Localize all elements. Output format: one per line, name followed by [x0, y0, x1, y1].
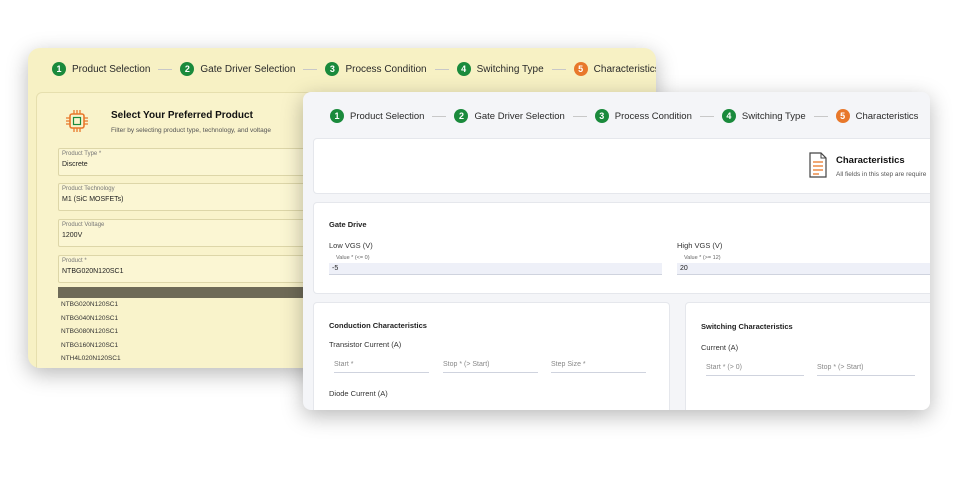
step-label: Characteristics [593, 63, 656, 75]
product-option[interactable]: NTBG020N120SC1 [61, 301, 118, 308]
diode-current-label: Diode Current (A) [329, 389, 388, 398]
field-value: 1200V [62, 232, 83, 239]
transistor-stop-input[interactable]: Stop * (> Start) [443, 361, 538, 373]
step-label: Product Selection [72, 63, 151, 75]
step-number: 1 [52, 62, 66, 76]
switching-title: Switching Characteristics [701, 322, 793, 331]
high-vgs-input[interactable]: 20 [677, 263, 930, 275]
step-label: Switching Type [741, 110, 806, 122]
step-number: 2 [454, 109, 469, 123]
step-number: 3 [594, 109, 609, 123]
step-product-selection[interactable]: 1 Product Selection [330, 109, 424, 123]
step-number: 4 [721, 109, 736, 123]
step-label: Characteristics [855, 110, 919, 122]
stepper-back: 1 Product Selection 2 Gate Driver Selectio… [52, 62, 656, 76]
step-divider [432, 115, 447, 117]
step-label: Gate Driver Selection [474, 110, 565, 122]
transistor-step-input[interactable]: Step Size * [551, 361, 646, 373]
transistor-current-label: Transistor Current (A) [329, 340, 402, 349]
product-voltage-select[interactable]: Product Voltage 1200V [58, 219, 328, 247]
field-value: Discrete [62, 161, 88, 168]
document-icon [809, 152, 827, 178]
step-divider [158, 68, 173, 70]
conduction-panel: Conduction Characteristics Transistor Cu… [313, 302, 670, 410]
field-value: M1 (SiC MOSFETs) [62, 196, 124, 203]
product-option[interactable]: NTBG040N120SC1 [61, 315, 118, 322]
conduction-title: Conduction Characteristics [329, 321, 427, 330]
field-label: Product Type * [62, 151, 102, 157]
switching-current-label: Current (A) [701, 343, 739, 352]
characteristics-subtitle: All fields in this step are require [836, 171, 927, 178]
switching-stop-input[interactable]: Stop * (> Start) [817, 364, 915, 376]
chip-icon [66, 110, 88, 132]
step-characteristics[interactable]: 5 Characteristics [573, 62, 656, 76]
step-process-condition[interactable]: 3 Process Condition [594, 109, 692, 123]
high-vgs-hint: Value * (>= 12) [684, 255, 721, 261]
step-number: 3 [325, 62, 340, 76]
product-section-subtitle: Filter by selecting product type, techno… [111, 127, 271, 134]
characteristics-title: Characteristics [836, 155, 905, 166]
step-divider [813, 115, 828, 117]
step-number: 5 [573, 62, 588, 76]
field-label: Product Voltage [62, 222, 105, 228]
product-option[interactable]: NTBG080N120SC1 [61, 328, 118, 335]
step-number: 2 [180, 62, 195, 76]
product-select[interactable]: Product * NTBG020N120SC1 [58, 255, 328, 283]
high-vgs-label: High VGS (V) [677, 241, 723, 250]
step-label: Product Selection [350, 110, 425, 122]
product-option[interactable]: NTBG160N120SC1 [61, 342, 118, 349]
step-label: Process Condition [614, 110, 692, 122]
low-vgs-label: Low VGS (V) [329, 241, 373, 250]
product-type-select[interactable]: Product Type * Discrete [58, 148, 328, 176]
step-product-selection[interactable]: 1 Product Selection [52, 62, 150, 76]
step-divider [303, 68, 318, 70]
step-divider [699, 115, 714, 117]
product-section-title: Select Your Preferred Product [111, 110, 253, 121]
stepper-front: 1 Product Selection 2 Gate Driver Selectio… [330, 109, 918, 123]
step-number: 4 [456, 62, 471, 76]
dropdown-highlight-bar [58, 287, 328, 298]
step-process-condition[interactable]: 3 Process Condition [325, 62, 427, 76]
field-label: Product * [62, 258, 87, 264]
characteristics-header: Characteristics All fields in this step … [313, 138, 930, 194]
gate-drive-panel: Gate Drive Low VGS (V) Value * (<= 0) -5… [313, 202, 930, 294]
transistor-start-input[interactable]: Start * [334, 361, 429, 373]
step-number: 5 [835, 109, 850, 123]
step-label: Process Condition [345, 63, 427, 75]
step-gate-driver-selection[interactable]: 2 Gate Driver Selection [180, 62, 295, 76]
step-divider [434, 68, 449, 70]
step-gate-driver-selection[interactable]: 2 Gate Driver Selection [454, 109, 565, 123]
step-switching-type[interactable]: 4 Switching Type [456, 62, 544, 76]
step-switching-type[interactable]: 4 Switching Type [721, 109, 806, 123]
product-option[interactable]: NTH4L020N120SC1 [61, 355, 121, 362]
switching-panel: Switching Characteristics Current (A) St… [685, 302, 930, 410]
step-divider [551, 68, 566, 70]
low-vgs-input[interactable]: -5 [329, 263, 662, 275]
step-label: Gate Driver Selection [200, 63, 296, 75]
field-value: NTBG020N120SC1 [62, 268, 124, 275]
characteristics-card: 1 Product Selection 2 Gate Driver Selectio… [303, 92, 930, 410]
step-number: 1 [330, 109, 344, 123]
step-characteristics[interactable]: 5 Characteristics [835, 109, 919, 123]
step-label: Switching Type [476, 63, 544, 75]
low-vgs-hint: Value * (<= 0) [336, 255, 370, 261]
switching-start-input[interactable]: Start * (> 0) [706, 364, 804, 376]
product-technology-select[interactable]: Product Technology M1 (SiC MOSFETs) [58, 183, 328, 211]
step-divider [572, 115, 587, 117]
field-label: Product Technology [62, 186, 115, 192]
gate-drive-title: Gate Drive [329, 220, 367, 229]
